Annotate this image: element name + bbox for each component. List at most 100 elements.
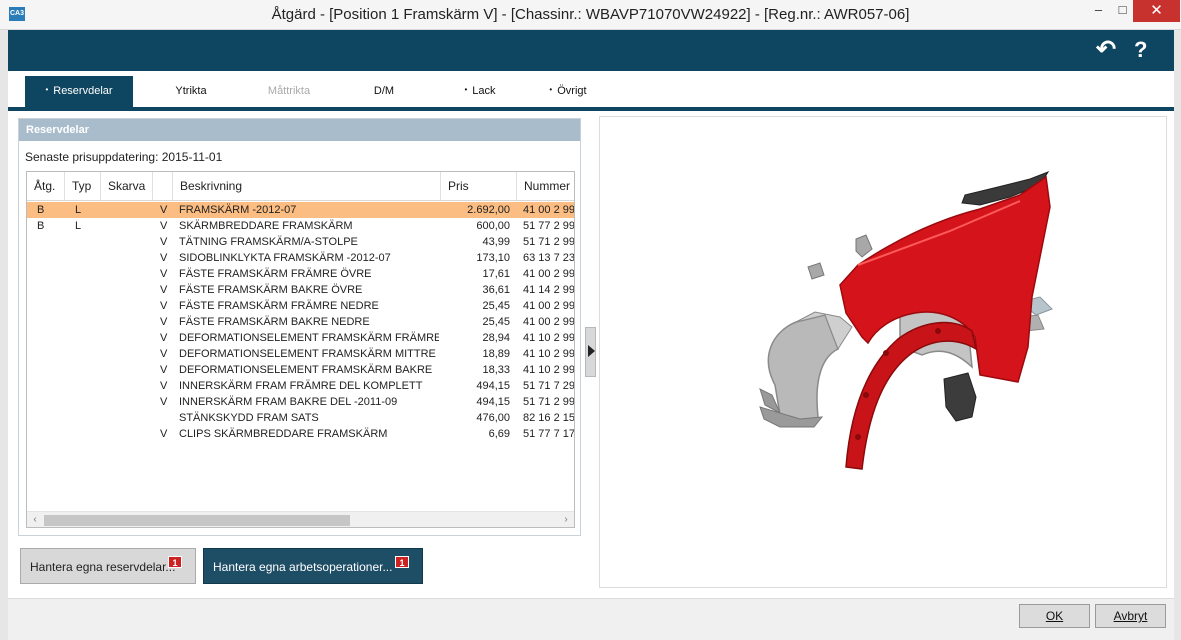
table-row[interactable]: V FÄSTE FRAMSKÄRM BAKRE ÖVRE 36,61 41 14 2 … [27, 282, 574, 298]
cell-description: DEFORMATIONSELEMENT FRAMSKÄRM MITTRE [179, 348, 436, 360]
manage-own-parts-button[interactable]: Hantera egna reservdelar... 1 [20, 548, 196, 584]
cell-price: 494,15 [476, 380, 510, 392]
table-row[interactable]: V DEFORMATIONSELEMENT FRAMSKÄRM BAKRE 18,3… [27, 362, 574, 378]
undo-icon[interactable]: ↶ [1096, 38, 1116, 62]
scrollbar-thumb[interactable] [44, 515, 350, 526]
tab-dm[interactable]: D/M [338, 76, 430, 107]
cell-v: V [160, 348, 168, 360]
button-label: Hantera egna reservdelar... [30, 560, 176, 574]
cell-v: V [160, 332, 168, 344]
cell-price: 6,69 [488, 428, 510, 440]
cell-number: 51 71 2 99 [523, 396, 575, 408]
tab-label: Måttrikta [267, 85, 311, 97]
column-header-beskrivning[interactable]: Beskrivning [173, 172, 441, 201]
button-label: Hantera egna arbetsoperationer... [213, 560, 393, 574]
table-row[interactable]: V DEFORMATIONSELEMENT FRAMSKÄRM FRÄMRE 28,… [27, 330, 574, 346]
scroll-right-icon[interactable]: › [558, 512, 574, 527]
table-row[interactable]: V FÄSTE FRAMSKÄRM BAKRE NEDRE 25,45 41 00 2… [27, 314, 574, 330]
cancel-button[interactable]: Avbryt [1095, 604, 1166, 628]
column-header-skarva[interactable]: Skarva [101, 172, 153, 201]
table-header: Åtg. Typ Skarva Beskrivning Pris Nummer [27, 172, 574, 201]
table-row[interactable]: B L V FRAMSKÄRM -2012-07 2.692,00 41 00 2 99 [27, 202, 574, 218]
cell-price: 18,33 [482, 364, 510, 376]
cell-atg: B [37, 204, 45, 216]
window-frame-left [0, 30, 8, 640]
ok-button[interactable]: OK [1019, 604, 1090, 628]
column-header-atg[interactable]: Åtg. [27, 172, 65, 201]
cell-v: V [160, 396, 168, 408]
cell-v: V [160, 300, 168, 312]
maximize-button[interactable]: □ [1109, 0, 1136, 22]
window-title: Åtgärd - [Position 1 Framskärm V] - [Cha… [271, 6, 910, 23]
column-header-typ[interactable]: Typ [65, 172, 101, 201]
panel-splitter[interactable] [585, 327, 596, 377]
cell-price: 18,89 [482, 348, 510, 360]
cell-description: FÄSTE FRAMSKÄRM FRÄMRE NEDRE [179, 300, 379, 312]
cell-description: SKÄRMBREDDARE FRAMSKÄRM [179, 220, 353, 232]
tab-reservdelar[interactable]: • Reservdelar [25, 76, 133, 107]
tab-mattrikta: Måttrikta [241, 76, 337, 107]
minimize-button[interactable]: – [1085, 0, 1112, 22]
table-row[interactable]: V DEFORMATIONSELEMENT FRAMSKÄRM MITTRE 18,… [27, 346, 574, 362]
cell-number: 41 00 2 99 [523, 268, 575, 280]
part-illustration-panel [599, 116, 1167, 588]
fender-assembly-illustration [759, 170, 1053, 470]
cell-number: 41 10 2 99 [523, 332, 575, 344]
cell-number: 51 77 2 99 [523, 220, 575, 232]
horizontal-scrollbar[interactable]: ‹ › [27, 511, 574, 527]
cell-v: V [160, 364, 168, 376]
column-header-pris[interactable]: Pris [441, 172, 517, 201]
table-row[interactable]: V SIDOBLINKLYKTA FRAMSKÄRM -2012-07 173,10… [27, 250, 574, 266]
tab-ovrigt[interactable]: • Övrigt [520, 76, 616, 107]
cell-price: 494,15 [476, 396, 510, 408]
tab-label: D/M [373, 85, 395, 97]
tab-bar: • Reservdelar Ytrikta Måttrikta D/M • Lack… [8, 71, 1174, 107]
column-header-v[interactable] [153, 172, 173, 201]
tab-ytrikta[interactable]: Ytrikta [143, 76, 239, 107]
cell-atg: B [37, 220, 45, 232]
cell-typ: L [75, 220, 82, 232]
tab-lack[interactable]: • Lack [432, 76, 528, 107]
cell-price: 2.692,00 [467, 204, 510, 216]
parts-table[interactable]: Åtg. Typ Skarva Beskrivning Pris Nummer … [26, 171, 575, 528]
cell-description: INNERSKÄRM FRAM FRÄMRE DEL KOMPLETT [179, 380, 423, 392]
window-frame-right [1174, 30, 1181, 640]
cell-number: 63 13 7 23 [523, 252, 575, 264]
cell-price: 476,00 [476, 412, 510, 424]
tab-dot-icon: • [464, 85, 468, 94]
close-window-button[interactable]: ✕ [1133, 0, 1180, 22]
scroll-left-icon[interactable]: ‹ [27, 512, 43, 527]
cell-description: FRAMSKÄRM -2012-07 [179, 204, 297, 216]
cell-description: DEFORMATIONSELEMENT FRAMSKÄRM FRÄMRE [179, 332, 439, 344]
help-icon[interactable]: ? [1134, 38, 1147, 62]
cell-v: V [160, 236, 168, 248]
table-row[interactable]: V CLIPS SKÄRMBREDDARE FRAMSKÄRM 6,69 51 77 … [27, 426, 574, 442]
clip-icon [883, 350, 889, 356]
table-row[interactable]: V FÄSTE FRAMSKÄRM FRÄMRE ÖVRE 17,61 41 00 2… [27, 266, 574, 282]
notification-badge: 1 [168, 556, 182, 568]
tab-label: Lack [472, 85, 496, 97]
manage-own-operations-button[interactable]: Hantera egna arbetsoperationer... 1 [203, 548, 423, 584]
cell-v: V [160, 220, 168, 232]
clip-icon [855, 434, 861, 440]
cell-number: 41 00 2 99 [523, 204, 575, 216]
table-row[interactable]: B L V SKÄRMBREDDARE FRAMSKÄRM 600,00 51 77 2 … [27, 218, 574, 234]
cell-description: INNERSKÄRM FRAM BAKRE DEL -2011-09 [179, 396, 398, 408]
cell-typ: L [75, 204, 82, 216]
cell-price: 17,61 [482, 268, 510, 280]
table-row[interactable]: V INNERSKÄRM FRAM BAKRE DEL -2011-09 494,1… [27, 394, 574, 410]
column-header-nummer[interactable]: Nummer [517, 172, 574, 201]
cell-v: V [160, 284, 168, 296]
tab-label: Reservdelar [53, 85, 113, 97]
cell-number: 82 16 2 15 [523, 412, 575, 424]
cell-price: 36,61 [482, 284, 510, 296]
table-row[interactable]: V TÄTNING FRAMSKÄRM/A-STOLPE 43,99 51 71 2 … [27, 234, 574, 250]
table-row[interactable]: V INNERSKÄRM FRAM FRÄMRE DEL KOMPLETT 494,… [27, 378, 574, 394]
tab-dot-icon: • [45, 85, 49, 94]
cell-number: 41 10 2 99 [523, 364, 575, 376]
cell-v: V [160, 252, 168, 264]
clip-icon [935, 328, 941, 334]
table-row[interactable]: STÄNKSKYDD FRAM SATS 476,00 82 16 2 15 [27, 410, 574, 426]
cell-number: 41 10 2 99 [523, 348, 575, 360]
table-row[interactable]: V FÄSTE FRAMSKÄRM FRÄMRE NEDRE 25,45 41 00 … [27, 298, 574, 314]
